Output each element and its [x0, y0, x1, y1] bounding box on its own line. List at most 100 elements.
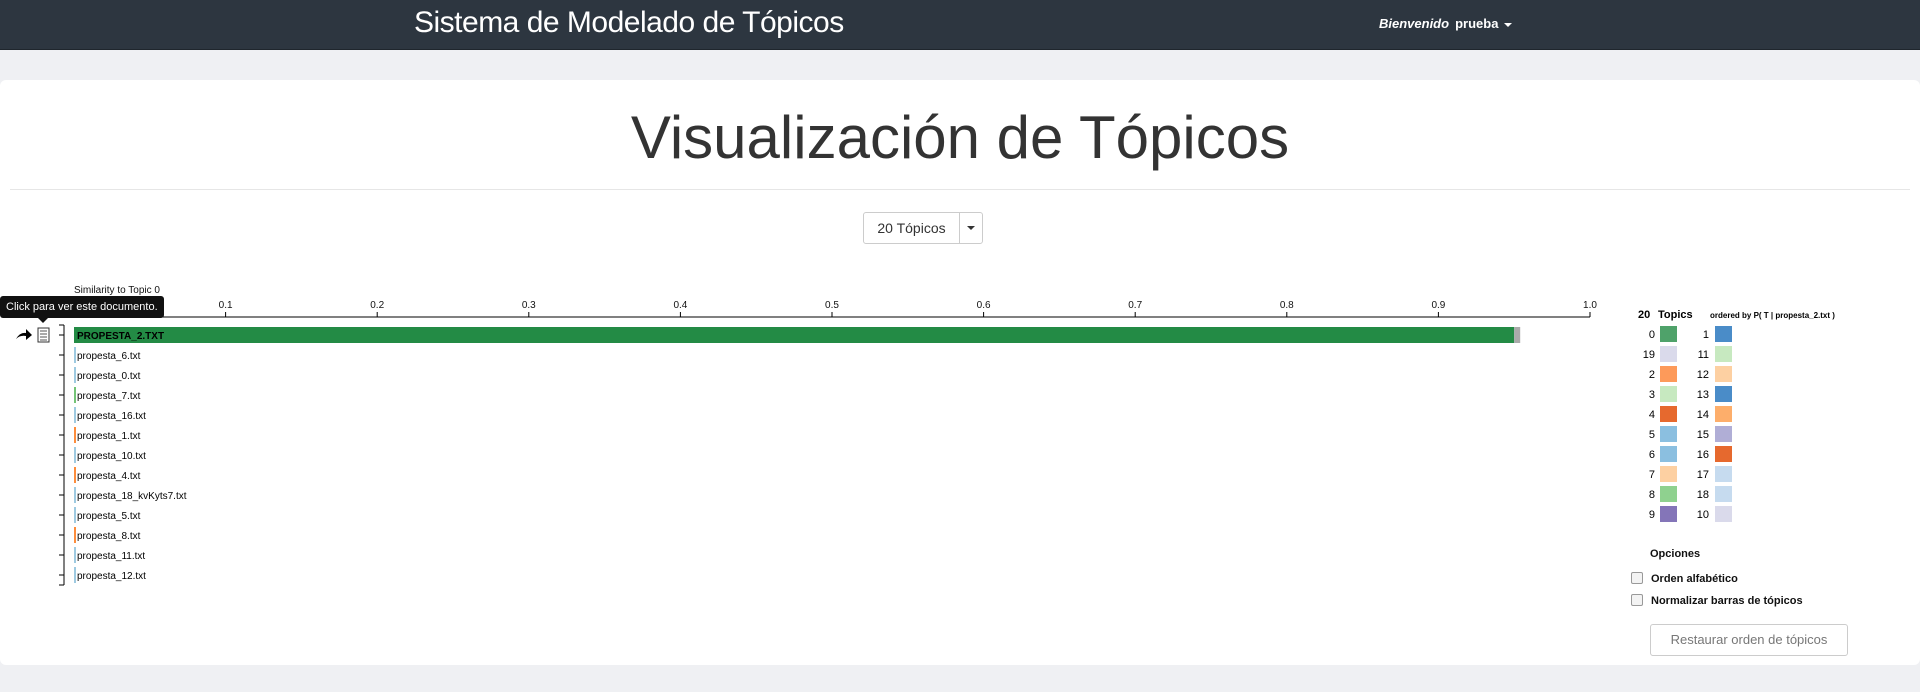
legend-topic-swatch[interactable]: [1660, 326, 1677, 342]
username: prueba: [1455, 16, 1499, 31]
similarity-bar[interactable]: [74, 467, 76, 483]
legend-topic-swatch[interactable]: [1715, 346, 1732, 362]
similarity-bar[interactable]: [74, 367, 76, 383]
document-label[interactable]: propesta_0.txt: [77, 371, 141, 382]
legend-topic-number: 12: [1697, 369, 1709, 381]
x-tick-label: 0.5: [825, 300, 839, 311]
user-menu[interactable]: Bienvenido prueba: [1379, 16, 1513, 31]
legend-topic-number: 4: [1649, 409, 1655, 421]
legend-topic-swatch[interactable]: [1660, 346, 1677, 362]
legend-topic-number: 5: [1649, 429, 1655, 441]
option-normalize[interactable]: Normalizar barras de tópicos: [1631, 594, 1803, 607]
legend-topic-number: 1: [1703, 329, 1709, 341]
x-tick-label: 0.8: [1280, 300, 1294, 311]
legend-topic-swatch[interactable]: [1715, 466, 1732, 482]
legend-topic-number: 8: [1649, 489, 1655, 501]
similarity-bar[interactable]: [74, 407, 76, 423]
legend-topic-number: 19: [1643, 349, 1655, 361]
legend-topic-swatch[interactable]: [1660, 406, 1677, 422]
alphabetical-checkbox[interactable]: [1631, 572, 1643, 585]
legend-count: 20: [1638, 309, 1650, 321]
legend-topic-number: 0: [1649, 329, 1655, 341]
options-title: Opciones: [1650, 548, 1701, 560]
legend-topic-number: 17: [1697, 469, 1709, 481]
option-alphabetical-label: Orden alfabético: [1651, 573, 1738, 585]
x-tick-label: 1.0: [1583, 300, 1597, 311]
similarity-bar[interactable]: [74, 427, 76, 443]
legend-topic-swatch[interactable]: [1715, 386, 1732, 402]
legend-topic-number: 2: [1649, 369, 1655, 381]
legend-topic-number: 14: [1697, 409, 1709, 421]
dropdown-toggle[interactable]: [960, 213, 983, 243]
legend-topic-number: 18: [1697, 489, 1709, 501]
legend-topic-number: 11: [1698, 349, 1709, 361]
legend-topic-swatch[interactable]: [1660, 366, 1677, 382]
x-tick-label: 0.3: [522, 300, 536, 311]
legend-topic-swatch[interactable]: [1660, 486, 1677, 502]
x-tick-label: 0.6: [977, 300, 991, 311]
chevron-down-icon: [1504, 22, 1513, 27]
legend-topic-swatch[interactable]: [1715, 506, 1732, 522]
x-tick-label: 0.4: [673, 300, 687, 311]
legend-topic-number: 15: [1697, 429, 1709, 441]
x-tick-label: 0.7: [1128, 300, 1142, 311]
legend-topic-number: 9: [1649, 509, 1655, 521]
similarity-bar[interactable]: [74, 387, 76, 403]
topic-count-select[interactable]: 20 Tópicos: [863, 212, 983, 244]
navbar: Sistema de Modelado de Tópicos Bienvenid…: [0, 0, 1920, 50]
document-label[interactable]: propesta_12.txt: [77, 571, 146, 582]
document-label[interactable]: propesta_18_kvKyts7.txt: [77, 491, 187, 502]
legend-topic-swatch[interactable]: [1715, 326, 1732, 342]
legend-topic-swatch[interactable]: [1660, 426, 1677, 442]
legend-topic-swatch[interactable]: [1660, 446, 1677, 462]
x-tick-label: 0.2: [370, 300, 384, 311]
page-title: Visualización de Tópicos: [630, 104, 1290, 171]
document-label[interactable]: propesta_11.txt: [77, 551, 145, 562]
legend-topic-swatch[interactable]: [1660, 506, 1677, 522]
legend-topic-swatch[interactable]: [1660, 386, 1677, 402]
legend-topic-swatch[interactable]: [1660, 466, 1677, 482]
similarity-bar[interactable]: [74, 447, 76, 463]
option-alphabetical[interactable]: Orden alfabético: [1631, 572, 1738, 585]
topic-count-value[interactable]: 20 Tópicos: [864, 213, 959, 243]
similarity-bar-remainder: [1514, 327, 1521, 343]
caret-down-icon: [967, 226, 975, 230]
welcome-label: Bienvenido: [1379, 16, 1450, 31]
tooltip: Click para ver este documento.: [0, 296, 164, 323]
legend-topic-swatch[interactable]: [1715, 366, 1732, 382]
similarity-bar[interactable]: [74, 547, 76, 563]
normalize-checkbox[interactable]: [1631, 594, 1643, 607]
option-normalize-label: Normalizar barras de tópicos: [1651, 595, 1803, 607]
similarity-bar[interactable]: [74, 527, 76, 543]
legend-topic-number: 13: [1697, 389, 1709, 401]
legend-topic-swatch[interactable]: [1715, 426, 1732, 442]
divider: [10, 189, 1910, 190]
document-label[interactable]: propesta_8.txt: [77, 531, 141, 542]
document-label[interactable]: propesta_7.txt: [77, 391, 141, 402]
similarity-bar[interactable]: [74, 327, 1515, 343]
restore-order-button[interactable]: Restaurar orden de tópicos: [1650, 624, 1848, 656]
similarity-bar[interactable]: [74, 567, 76, 583]
legend-topic-swatch[interactable]: [1715, 486, 1732, 502]
legend-topic-number: 6: [1649, 449, 1655, 461]
arrow-right-icon[interactable]: [16, 329, 32, 340]
similarity-bar[interactable]: [74, 507, 76, 523]
document-label[interactable]: propesta_16.txt: [77, 411, 146, 422]
similarity-bar[interactable]: [74, 347, 76, 363]
topic-similarity-chart: Similarity to Topic 0 0.1 0.2 0.3 0.4 0.5 0.6 0…: [16, 285, 1835, 586]
document-label[interactable]: propesta_10.txt: [77, 451, 146, 462]
brand-title[interactable]: Sistema de Modelado de Tópicos: [414, 6, 844, 40]
similarity-bar[interactable]: [74, 487, 76, 503]
legend-topic-number: 7: [1649, 469, 1655, 481]
legend-topic-swatch[interactable]: [1715, 446, 1732, 462]
chart-title: Similarity to Topic 0: [74, 285, 160, 296]
legend-ordered-by: ordered by P( T | propesta_2.txt ): [1710, 311, 1835, 320]
document-label[interactable]: propesta_1.txt: [77, 431, 141, 442]
document-label[interactable]: propesta_5.txt: [77, 511, 141, 522]
document-label[interactable]: propesta_6.txt: [77, 351, 141, 362]
legend-label: Topics: [1658, 309, 1693, 321]
document-label[interactable]: PROPESTA_2.TXT: [77, 331, 164, 342]
legend-topic-swatch[interactable]: [1715, 406, 1732, 422]
x-tick-label: 0.1: [219, 300, 233, 311]
document-label[interactable]: propesta_4.txt: [77, 471, 141, 482]
